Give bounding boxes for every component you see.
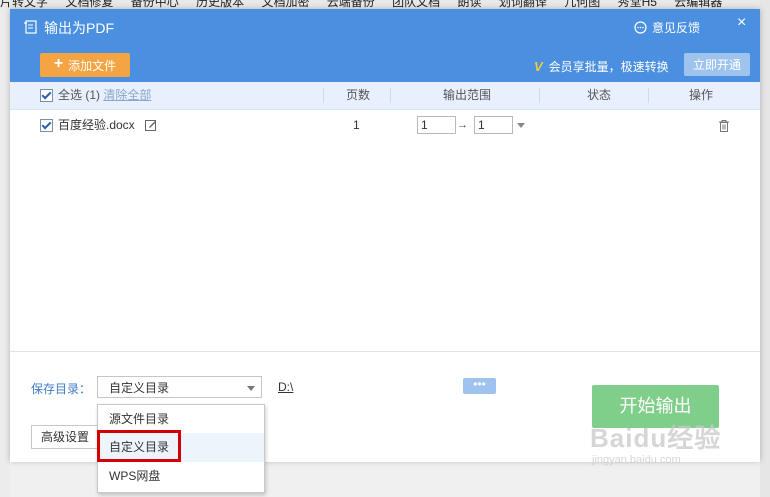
ribbon-item[interactable]: 文档加密 [261,0,309,9]
ribbon-item[interactable]: 历史版本 [196,0,244,9]
ribbon-item[interactable]: 备份中心 [131,0,179,9]
vip-icon: V [534,59,543,74]
page-count: 1 [353,118,360,132]
select-all-checkbox[interactable] [40,89,53,102]
trash-icon[interactable] [718,119,730,132]
chat-icon [634,21,647,34]
start-export-button[interactable]: 开始输出 [592,385,719,428]
plus-icon: + [53,55,64,72]
save-dir-value: 自定义目录 [109,381,170,395]
range-arrow: → [457,119,468,131]
ribbon-item[interactable]: 秀堂H5 [618,0,657,9]
column-divider [648,88,649,103]
range-from-input[interactable]: 1 [417,116,456,134]
ribbon-item[interactable]: 片转文字 [0,0,48,9]
dropdown-option-wps-cloud[interactable]: WPS网盘 [98,462,264,491]
advanced-settings-button[interactable]: 高级设置 [31,425,99,449]
range-to-input[interactable]: 1 [474,116,513,134]
ribbon-item[interactable]: 几何图 [564,0,600,9]
add-file-button[interactable]: + 添加文件 [40,53,130,77]
vip-text: 会员享批量，极速转换 [548,60,669,74]
chevron-down-icon[interactable] [517,123,525,128]
column-range: 输出范围 [443,88,492,102]
edit-icon[interactable] [145,119,157,131]
open-vip-button[interactable]: 立即开通 [684,53,750,76]
column-status: 状态 [587,88,612,102]
chevron-down-icon [247,386,255,391]
file-name: 百度经验.docx [58,118,135,132]
save-dir-label: 保存目录： [31,382,92,396]
file-list-area [10,140,760,351]
feedback-link[interactable]: 意见反馈 [634,19,700,36]
close-icon[interactable]: × [737,14,746,32]
file-table-header: 全选 (1) 清除全部 页数 输出范围 状态 操作 [10,82,760,110]
highlight-annotation [97,430,181,462]
column-divider [390,88,391,103]
column-divider [323,88,324,103]
ribbon-item[interactable]: 云编辑器 [674,0,722,9]
save-dir-select[interactable]: 自定义目录 [97,376,262,398]
ribbon-item[interactable]: 团队文档 [392,0,440,9]
save-path[interactable]: D:\ [278,380,293,394]
ribbon-item[interactable]: 云端备份 [327,0,375,9]
background-right [760,0,770,497]
column-divider [539,88,540,103]
add-file-label: 添加文件 [68,58,117,73]
table-row: 百度经验.docx 1 1 → 1 [10,110,760,141]
column-pages: 页数 [346,88,371,102]
background-left [0,9,10,497]
browse-button[interactable]: ••• [463,378,496,394]
ribbon-item[interactable]: 朗读 [458,0,482,9]
dialog-header: 输出为PDF 意见反馈 × + 添加文件 V 会员享批量，极速转换 立即开通 [10,9,760,82]
dialog-title: 输出为PDF [44,20,114,36]
vip-promo: V 会员享批量，极速转换 [534,58,669,75]
clear-all-link[interactable]: 清除全部 [103,88,151,102]
column-actions: 操作 [689,88,714,102]
export-pdf-dialog: 输出为PDF 意见反馈 × + 添加文件 V 会员享批量，极速转换 立即开通 全… [10,9,760,462]
row-checkbox[interactable] [40,119,53,132]
select-all-label: 全选 (1) 清除全部 [58,88,152,102]
pdf-doc-icon [24,20,37,34]
ribbon-item[interactable]: 文档修复 [65,0,113,9]
ribbon-item[interactable]: 划词翻译 [499,0,547,9]
feedback-label: 意见反馈 [652,21,701,35]
